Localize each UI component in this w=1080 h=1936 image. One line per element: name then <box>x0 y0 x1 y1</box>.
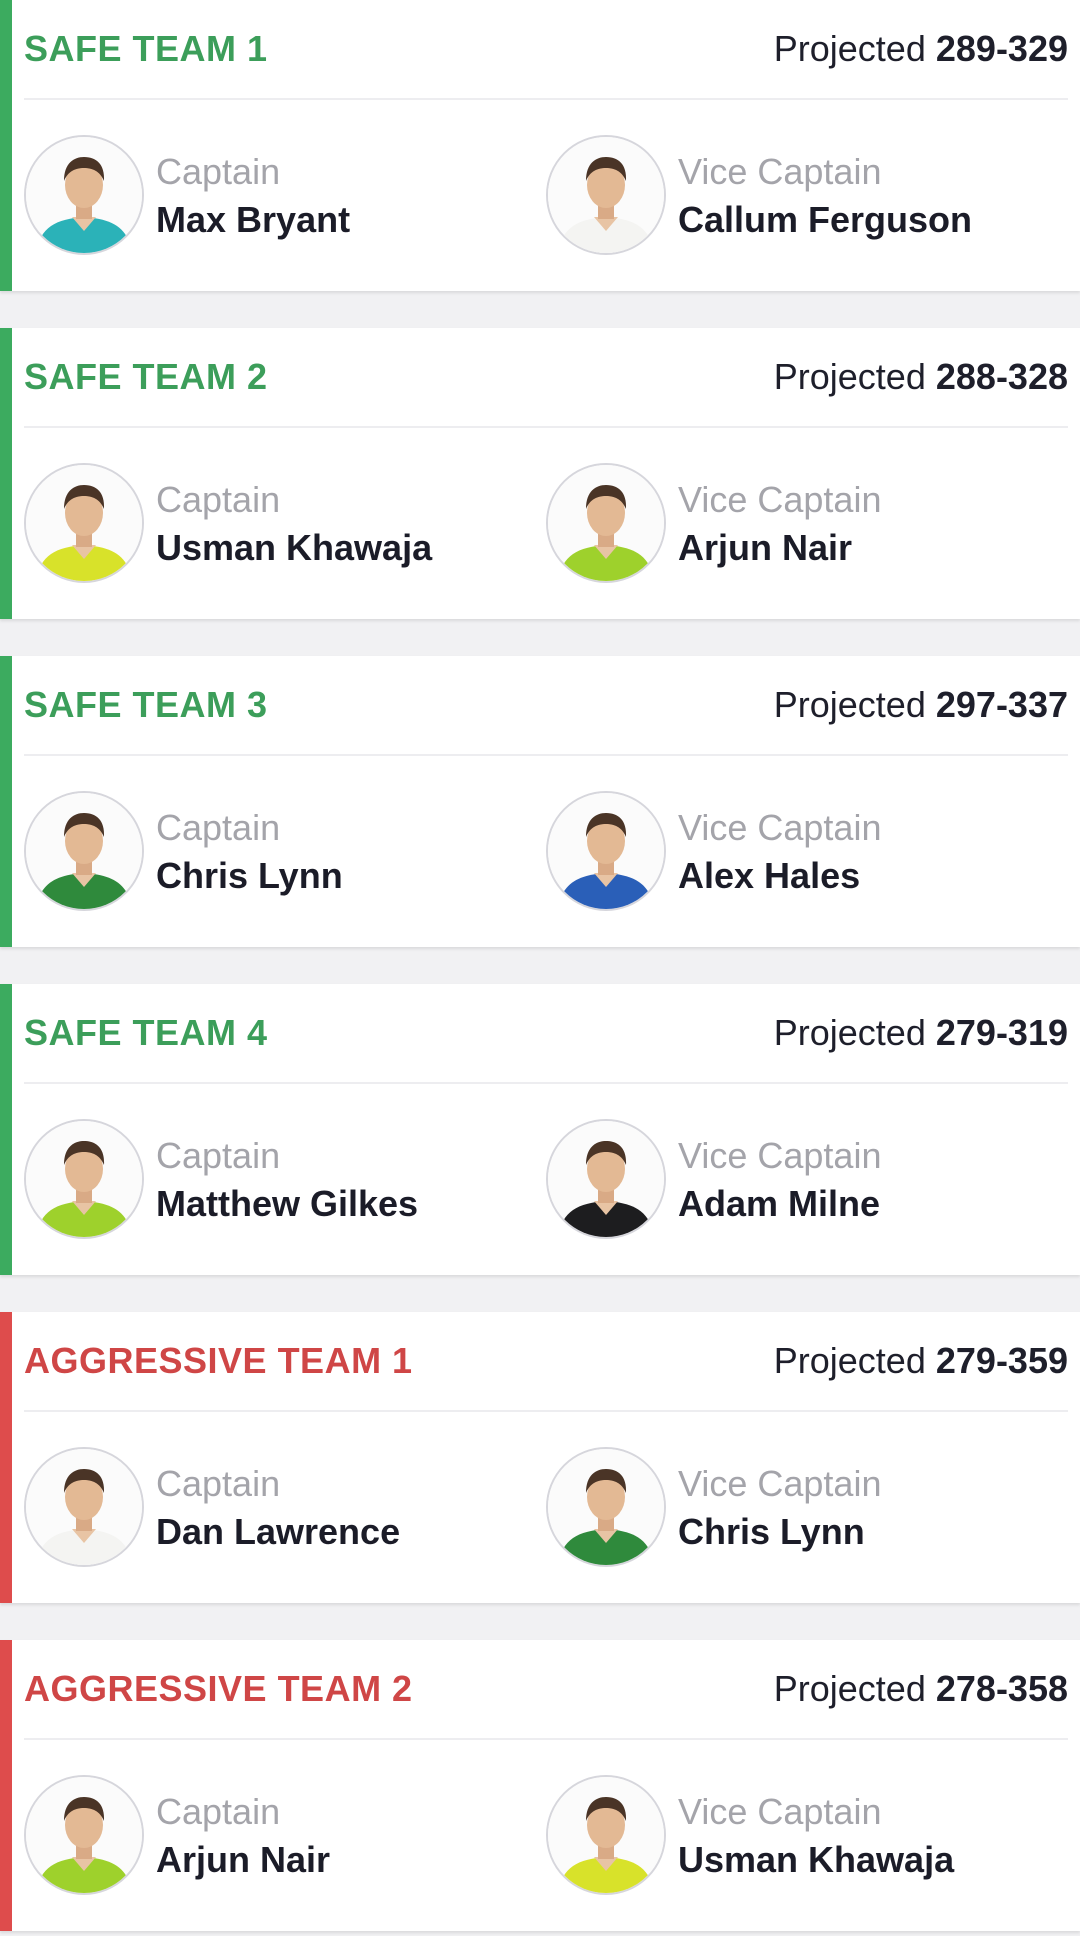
team-card[interactable]: AGGRESSIVE TEAM 2 Projected 278-358 Capt… <box>0 1640 1080 1931</box>
player-silhouette-icon <box>26 1777 142 1893</box>
projected-label: Projected <box>773 1012 926 1053</box>
projected-label: Projected <box>773 28 926 69</box>
player-avatar <box>546 135 666 255</box>
player-avatar <box>24 135 144 255</box>
role-label: Captain <box>156 1135 281 1176</box>
card-header: SAFE TEAM 3 Projected 297-337 <box>24 656 1068 756</box>
player-avatar <box>24 1119 144 1239</box>
accent-bar <box>0 656 12 947</box>
player-avatar <box>546 1119 666 1239</box>
player-name: Max Bryant <box>156 199 351 240</box>
player-avatar <box>546 1775 666 1895</box>
team-card[interactable]: SAFE TEAM 3 Projected 297-337 Captain Ch… <box>0 656 1080 947</box>
role-label: Captain <box>156 151 281 192</box>
role-label: Vice Captain <box>678 807 882 848</box>
projected-range: 297-337 <box>935 684 1068 725</box>
team-name: SAFE TEAM 2 <box>24 356 268 397</box>
role-label: Vice Captain <box>678 1791 882 1832</box>
projected-range: 289-329 <box>935 28 1068 69</box>
player-name: Chris Lynn <box>156 855 343 896</box>
player-name: Dan Lawrence <box>156 1511 401 1552</box>
card-header: AGGRESSIVE TEAM 2 Projected 278-358 <box>24 1640 1068 1740</box>
player-silhouette-icon <box>26 465 142 581</box>
player-name: Matthew Gilkes <box>156 1183 419 1224</box>
projected-label: Projected <box>773 1340 926 1381</box>
player-silhouette-icon <box>26 137 142 253</box>
accent-bar <box>0 0 12 291</box>
projected-score: Projected 289-329 <box>774 28 1068 70</box>
player-avatar <box>546 1447 666 1567</box>
role-label: Captain <box>156 1463 281 1504</box>
card-header: SAFE TEAM 2 Projected 288-328 <box>24 328 1068 428</box>
role-label: Vice Captain <box>678 479 882 520</box>
player-avatar <box>24 791 144 911</box>
player-avatar <box>546 791 666 911</box>
player-name: Callum Ferguson <box>678 199 973 240</box>
player-silhouette-icon <box>548 793 664 909</box>
team-card[interactable]: SAFE TEAM 2 Projected 288-328 Captain Us… <box>0 328 1080 619</box>
player-avatar <box>546 463 666 583</box>
card-header: AGGRESSIVE TEAM 1 Projected 279-359 <box>24 1312 1068 1412</box>
projected-label: Projected <box>773 1668 926 1709</box>
player-name: Usman Khawaja <box>156 527 433 568</box>
projected-label: Projected <box>773 356 926 397</box>
player-silhouette-icon <box>548 1121 664 1237</box>
projected-label: Projected <box>773 684 926 725</box>
accent-bar <box>0 1312 12 1603</box>
player-name: Usman Khawaja <box>678 1839 955 1880</box>
player-name: Arjun Nair <box>678 527 853 568</box>
accent-bar <box>0 328 12 619</box>
projected-score: Projected 279-359 <box>774 1340 1068 1382</box>
team-name: SAFE TEAM 1 <box>24 28 268 69</box>
projected-range: 278-358 <box>935 1668 1068 1709</box>
role-label: Captain <box>156 1791 281 1832</box>
player-name: Arjun Nair <box>156 1839 331 1880</box>
team-card[interactable]: SAFE TEAM 4 Projected 279-319 Captain Ma… <box>0 984 1080 1275</box>
player-name: Chris Lynn <box>678 1511 865 1552</box>
card-header: SAFE TEAM 4 Projected 279-319 <box>24 984 1068 1084</box>
role-label: Vice Captain <box>678 151 882 192</box>
player-name: Alex Hales <box>678 855 861 896</box>
role-label: Vice Captain <box>678 1463 882 1504</box>
player-silhouette-icon <box>548 1449 664 1565</box>
projected-range: 279-319 <box>935 1012 1068 1053</box>
team-name: AGGRESSIVE TEAM 2 <box>24 1668 413 1709</box>
projected-score: Projected 279-319 <box>774 1012 1068 1054</box>
projected-range: 288-328 <box>935 356 1068 397</box>
player-silhouette-icon <box>548 137 664 253</box>
player-avatar <box>24 1775 144 1895</box>
player-silhouette-icon <box>26 1449 142 1565</box>
team-card[interactable]: AGGRESSIVE TEAM 1 Projected 279-359 Capt… <box>0 1312 1080 1603</box>
player-silhouette-icon <box>548 1777 664 1893</box>
accent-bar <box>0 1640 12 1931</box>
projected-score: Projected 278-358 <box>774 1668 1068 1710</box>
team-name: SAFE TEAM 4 <box>24 1012 268 1053</box>
card-header: SAFE TEAM 1 Projected 289-329 <box>24 0 1068 100</box>
team-card[interactable]: SAFE TEAM 1 Projected 289-329 Captain Ma… <box>0 0 1080 291</box>
accent-bar <box>0 984 12 1275</box>
player-avatar <box>24 463 144 583</box>
role-label: Captain <box>156 807 281 848</box>
player-silhouette-icon <box>548 465 664 581</box>
player-silhouette-icon <box>26 793 142 909</box>
projected-score: Projected 288-328 <box>774 356 1068 398</box>
team-name: AGGRESSIVE TEAM 1 <box>24 1340 413 1381</box>
team-name: SAFE TEAM 3 <box>24 684 268 725</box>
role-label: Vice Captain <box>678 1135 882 1176</box>
team-suggestions-list: SAFE TEAM 1 Projected 289-329 Captain Ma… <box>0 0 1080 1936</box>
projected-range: 279-359 <box>935 1340 1068 1381</box>
projected-score: Projected 297-337 <box>774 684 1068 726</box>
player-silhouette-icon <box>26 1121 142 1237</box>
role-label: Captain <box>156 479 281 520</box>
player-name: Adam Milne <box>678 1183 881 1224</box>
player-avatar <box>24 1447 144 1567</box>
